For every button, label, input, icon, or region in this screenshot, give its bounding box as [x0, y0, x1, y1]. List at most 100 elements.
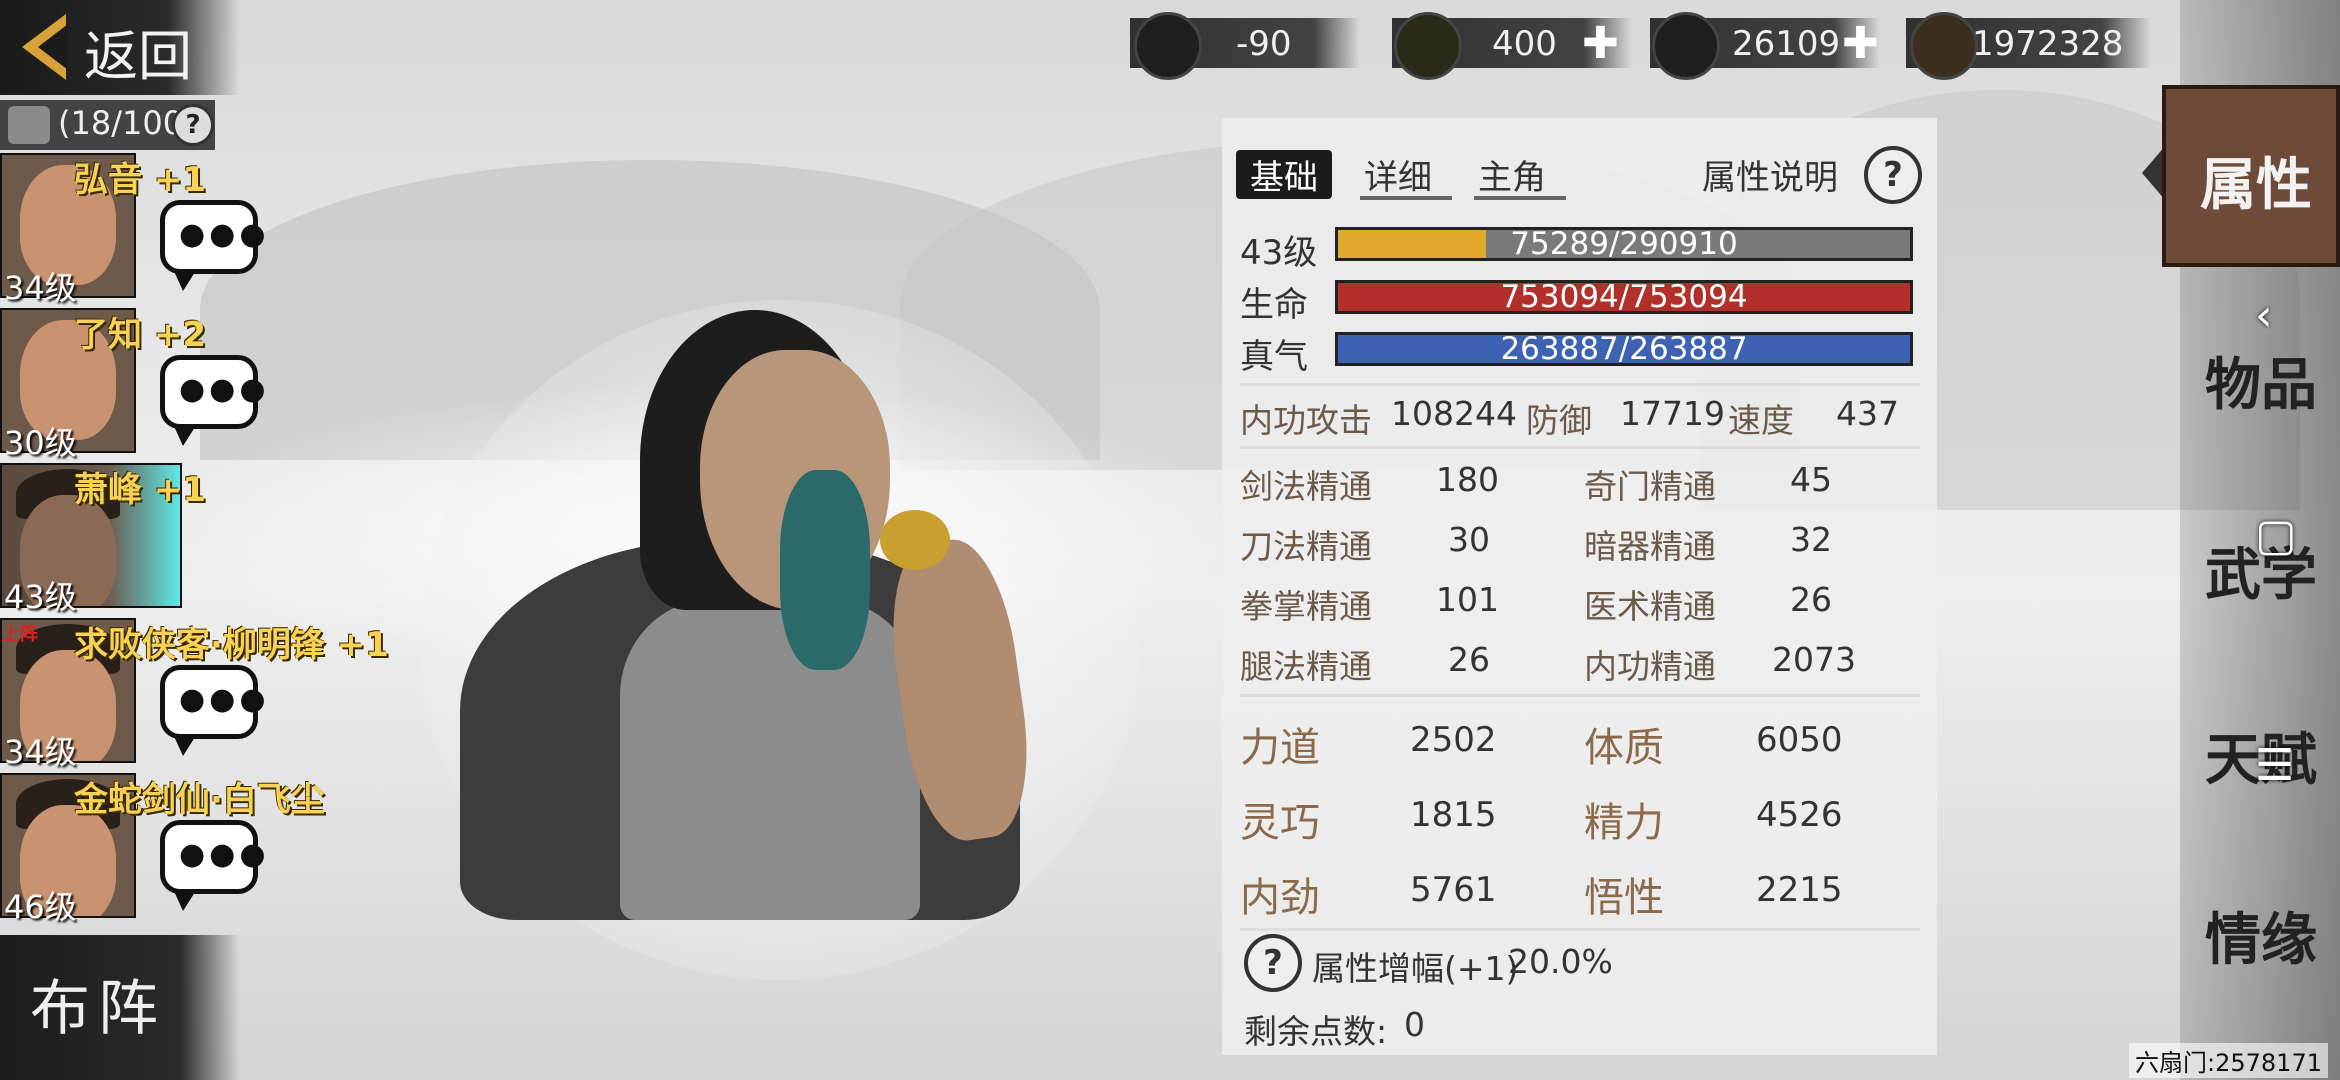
mastery-value: 26 [1448, 640, 1490, 679]
roster-name: 弘音 +1 [74, 160, 206, 200]
roster-level: 46级 [4, 888, 77, 926]
divider [1240, 383, 1920, 386]
roster-level: 34级 [4, 733, 77, 771]
hp-bar-text: 753094/753094 [1500, 279, 1748, 315]
bonus-label: 属性增幅(+1) [1312, 949, 1519, 988]
server-id: 六扇门:2578171 [2129, 1043, 2328, 1078]
attack-label: 内功攻击 [1240, 401, 1372, 440]
exp-bar-text: 75289/290910 [1510, 226, 1738, 262]
attribute-label: 力道 [1240, 725, 1320, 771]
attribute-value: 2215 [1756, 870, 1843, 910]
divider [1240, 446, 1920, 449]
attribute-value: 5761 [1410, 870, 1497, 910]
add-gold-button[interactable]: ✚ [1582, 18, 1619, 69]
silver-ingot-icon [1652, 12, 1720, 80]
tab-basic[interactable]: 基础 [1236, 150, 1332, 199]
remaining-points-label: 剩余点数: [1244, 1012, 1388, 1051]
chat-bubble-icon[interactable]: ●●● [160, 200, 266, 291]
back-nav-icon[interactable]: ‹ [2255, 290, 2273, 341]
attr-help-label[interactable]: 属性说明 [1702, 150, 1838, 199]
tab-underline [1360, 196, 1452, 200]
mastery-label: 腿法精通 [1240, 647, 1372, 686]
gold-bar-icon [1394, 12, 1462, 80]
tab-detail[interactable]: 详细 [1364, 150, 1432, 199]
mastery-label: 医术精通 [1584, 587, 1716, 626]
attribute-label: 内劲 [1240, 875, 1320, 921]
speed-value: 437 [1836, 394, 1899, 433]
attribute-value: 4526 [1756, 795, 1843, 835]
mastery-label: 暗器精通 [1584, 527, 1716, 566]
back-label[interactable]: 返回 [84, 12, 192, 91]
roster-help-icon[interactable]: ? [172, 104, 214, 146]
tab-underline [1474, 196, 1566, 200]
chat-bubble-icon[interactable]: ●●● [160, 820, 266, 911]
mastery-value: 45 [1790, 460, 1832, 499]
defense-value: 17719 [1620, 394, 1725, 433]
mastery-label: 拳掌精通 [1240, 587, 1372, 626]
level-label: 43级 [1240, 233, 1318, 273]
speed-label: 速度 [1728, 401, 1794, 440]
home-nav-icon[interactable]: ▢ [2255, 510, 2297, 561]
roster-icon [8, 106, 50, 144]
menu-nav-icon[interactable]: ☰ [2255, 740, 2294, 791]
currency-value: 1972328 [1972, 24, 2124, 64]
formation-label[interactable]: 布阵 [30, 960, 166, 1047]
mastery-value: 180 [1436, 460, 1499, 499]
hp-label: 生命 [1240, 285, 1308, 325]
copper-coin-icon [1910, 12, 1978, 80]
roster-level: 34级 [4, 269, 77, 307]
attribute-label: 精力 [1584, 800, 1664, 846]
divider [1240, 694, 1920, 697]
defense-label: 防御 [1526, 401, 1592, 440]
chat-bubble-icon[interactable]: ●●● [160, 355, 266, 446]
attribute-value: 6050 [1756, 720, 1843, 760]
qi-label: 真气 [1240, 337, 1308, 377]
currency-value: -90 [1236, 24, 1292, 64]
chat-bubble-icon[interactable]: ●●● [160, 665, 266, 756]
attribute-value: 2502 [1410, 720, 1497, 760]
attribute-label: 体质 [1584, 725, 1664, 771]
divider [1240, 928, 1920, 931]
roster-name: 萧峰 +1 [74, 470, 206, 510]
currency-value: 400 [1492, 24, 1557, 64]
bonus-value: 20.0% [1508, 942, 1613, 981]
attribute-value: 1815 [1410, 795, 1497, 835]
attr-help-icon[interactable]: ? [1864, 146, 1922, 204]
mastery-label: 剑法精通 [1240, 467, 1372, 506]
qi-bar-text: 263887/263887 [1500, 331, 1748, 367]
character-portrait-scarf [780, 470, 870, 670]
attack-value: 108244 [1391, 394, 1517, 433]
roster-level: 43级 [4, 578, 77, 616]
character-portrait-robe [620, 600, 920, 920]
attribute-label: 灵巧 [1240, 800, 1320, 846]
mastery-value: 30 [1448, 520, 1490, 559]
menu-item-attributes[interactable]: 属性 [2200, 140, 2312, 221]
onfield-badge: 上阵 [2, 624, 38, 645]
roster-name: 了知 +2 [74, 315, 206, 355]
add-silver-button[interactable]: ✚ [1842, 18, 1879, 69]
roster-name: 金蛇剑仙·白飞尘 [74, 780, 325, 820]
tab-protagonist[interactable]: 主角 [1478, 150, 1546, 199]
roster-count: (18/100 [58, 104, 184, 142]
mastery-value: 32 [1790, 520, 1832, 559]
qi-bar: 263887/263887 [1335, 332, 1913, 366]
back-arrow-icon-inner [38, 24, 68, 70]
character-portrait-gold-ingot [880, 510, 950, 570]
mastery-value: 101 [1436, 580, 1499, 619]
exp-bar: 75289/290910 [1335, 227, 1913, 261]
mastery-label: 奇门精通 [1584, 467, 1716, 506]
mastery-label: 内功精通 [1584, 647, 1716, 686]
mastery-value: 2073 [1772, 640, 1856, 679]
hp-bar: 753094/753094 [1335, 280, 1913, 314]
bonus-help-icon[interactable]: ? [1244, 934, 1302, 992]
attribute-label: 悟性 [1584, 875, 1664, 921]
roster-level: 30级 [4, 424, 77, 462]
cauldron-icon [1134, 12, 1202, 80]
currency-value: 26109 [1732, 24, 1841, 64]
mastery-label: 刀法精通 [1240, 527, 1372, 566]
menu-item-items[interactable]: 物品 [2205, 340, 2317, 421]
remaining-points-value: 0 [1404, 1005, 1425, 1044]
roster-name: 求败侠客·柳明锋 +1 [74, 625, 389, 665]
menu-item-relations[interactable]: 情缘 [2205, 895, 2317, 976]
mastery-value: 26 [1790, 580, 1832, 619]
